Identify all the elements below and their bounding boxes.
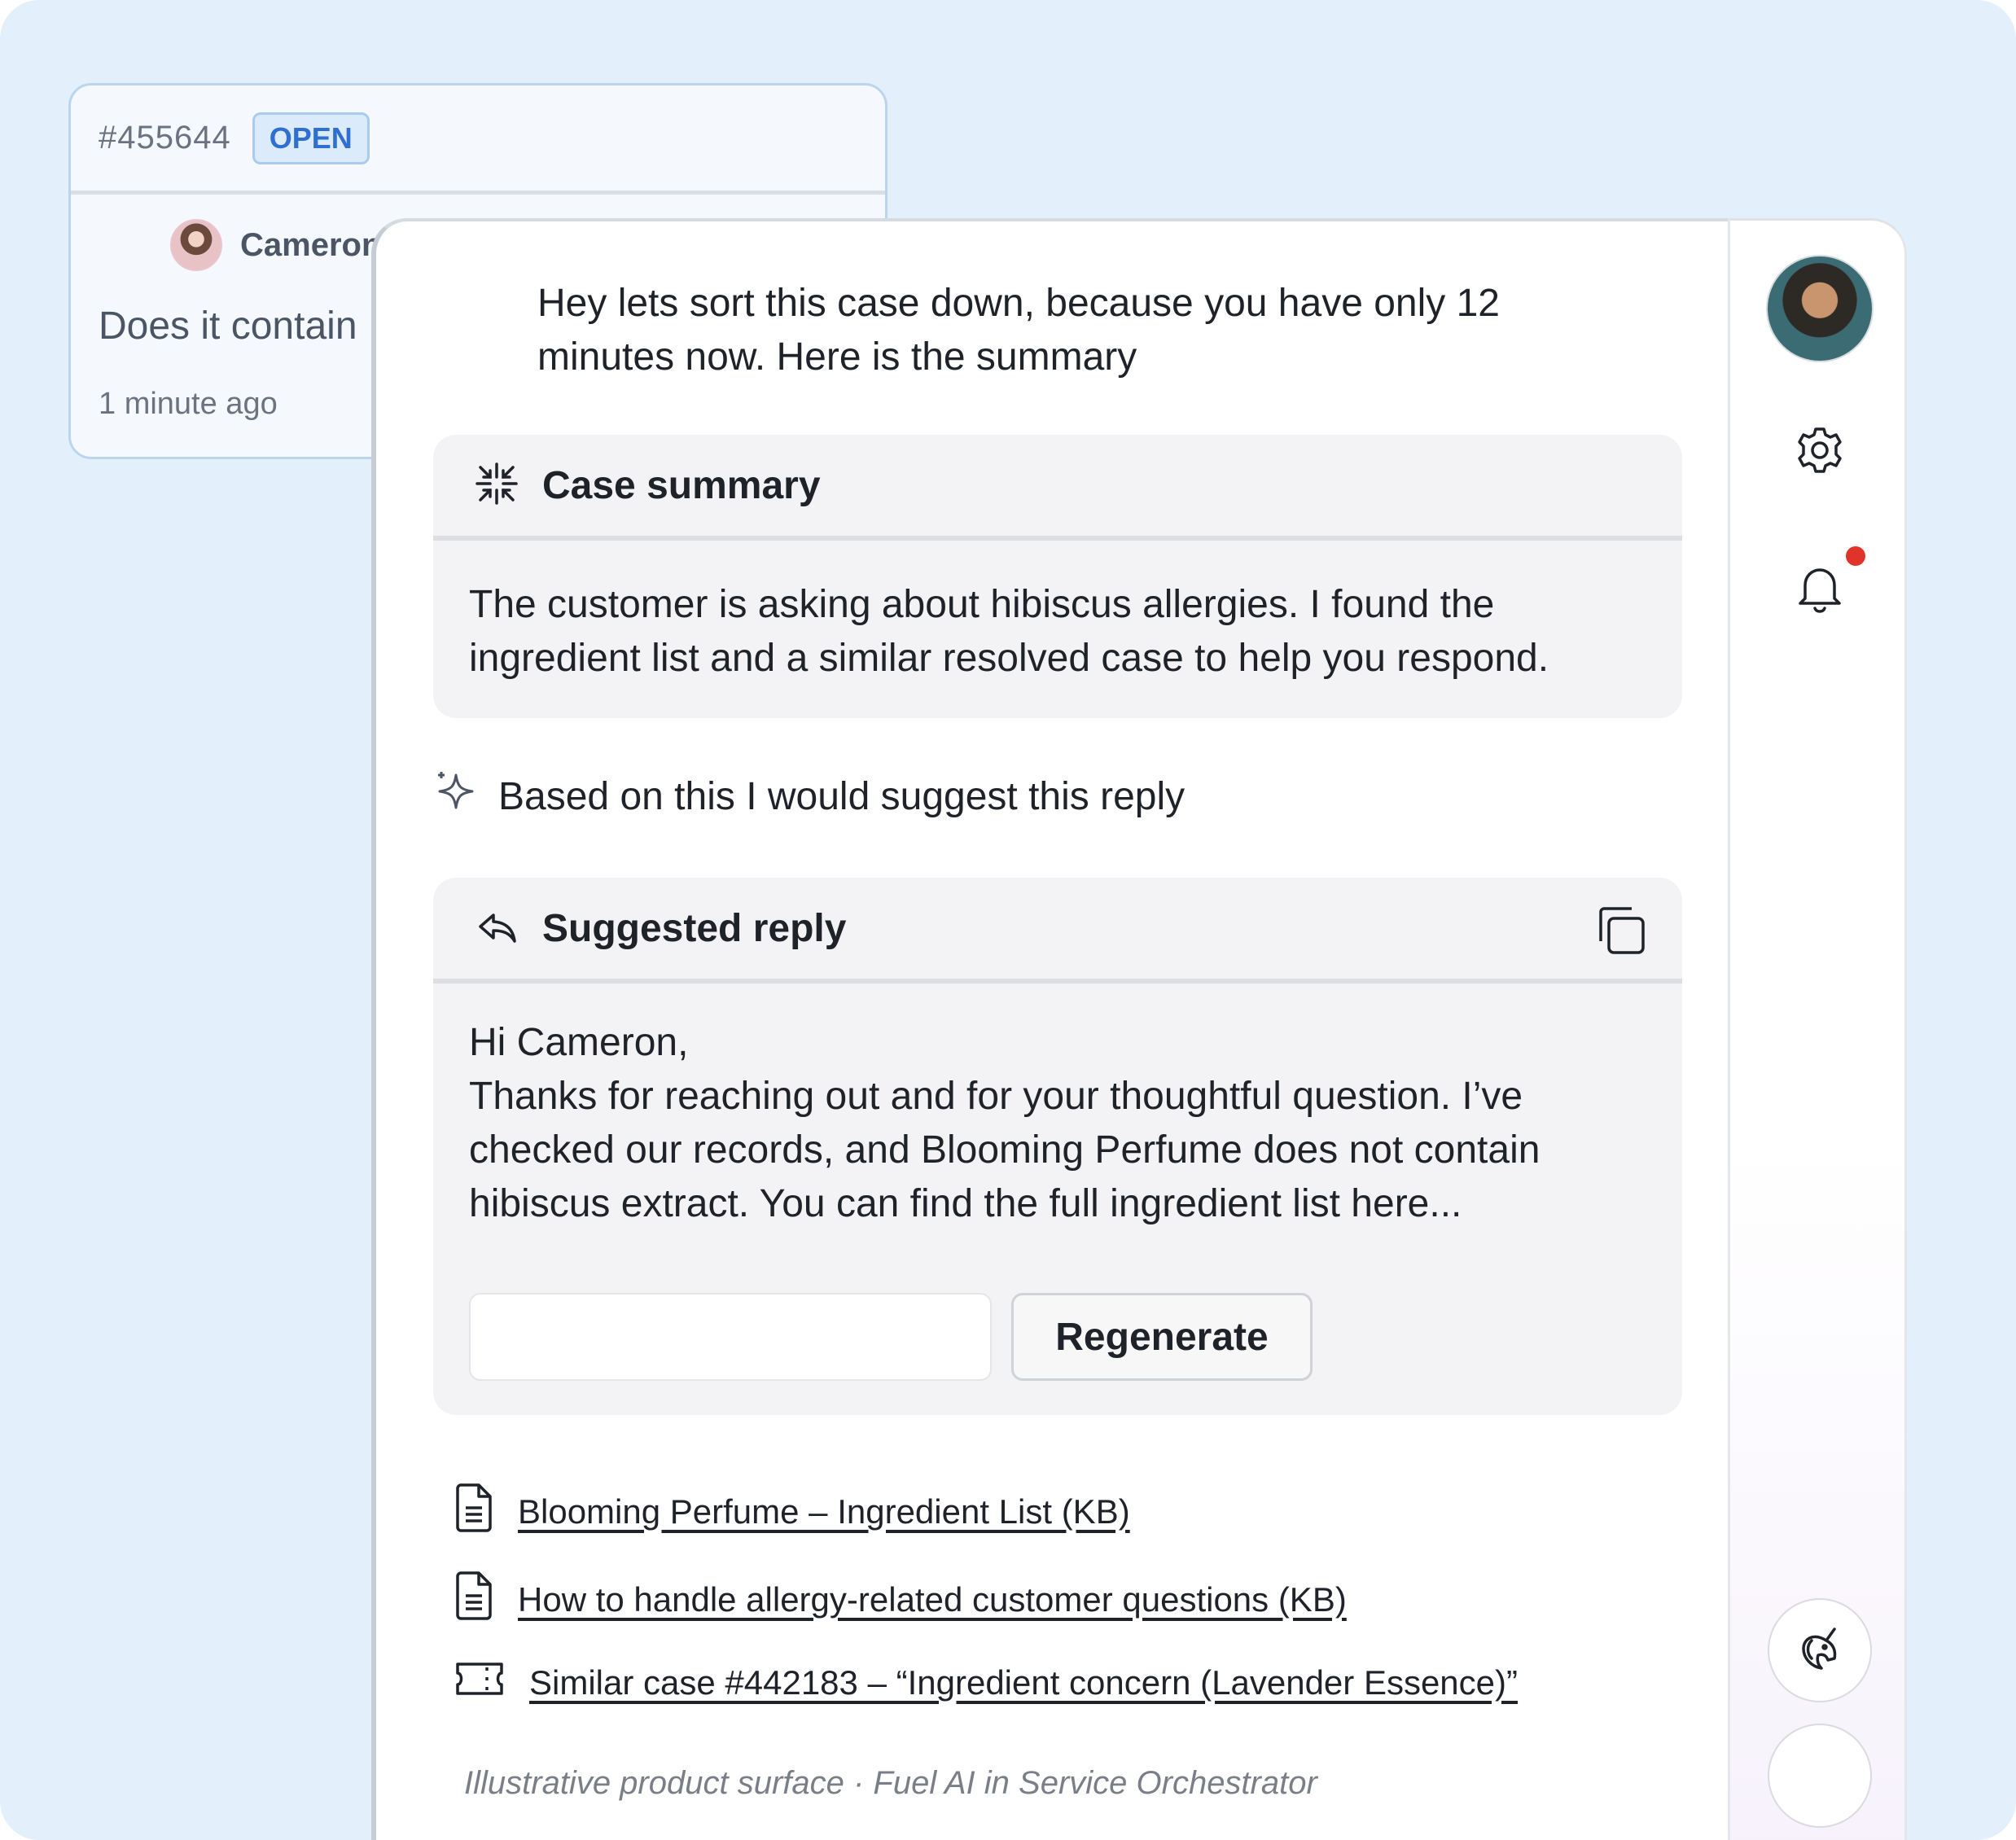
suggest-line: Based on this I would suggest this reply <box>433 769 1185 824</box>
source-item[interactable]: Blooming Perfume – Ingredient List (KB) <box>454 1483 1130 1540</box>
suggested-reply-header: Suggested reply <box>433 878 1682 984</box>
user-avatar[interactable] <box>1766 255 1874 362</box>
author-name: Cameron <box>240 226 382 263</box>
copy-button[interactable] <box>1593 902 1650 959</box>
reply-arrow-icon <box>474 904 519 953</box>
status-badge: OPEN <box>252 112 370 164</box>
case-summary-title: Case summary <box>542 463 821 507</box>
notification-dot <box>1846 546 1865 566</box>
customer-avatar <box>170 219 222 271</box>
unicorn-icon <box>1794 1623 1846 1679</box>
source-link-ingredients[interactable]: Blooming Perfume – Ingredient List (KB) <box>518 1492 1130 1531</box>
regenerate-button[interactable]: Regenerate <box>1011 1293 1313 1381</box>
source-link-allergy[interactable]: How to handle allergy-related customer q… <box>518 1580 1347 1619</box>
document-icon <box>454 1571 493 1628</box>
case-summary-card: Case summary The customer is asking abou… <box>433 435 1682 718</box>
right-rail <box>1728 218 1907 1840</box>
source-link-similar-case[interactable]: Similar case #442183 – “Ingredient conce… <box>529 1663 1518 1702</box>
ticket-author: Cameron <box>170 219 381 271</box>
collapse-arrows-icon <box>474 461 519 510</box>
case-summary-header: Case summary <box>433 435 1682 541</box>
ticket-icon <box>454 1659 505 1706</box>
reply-controls: Regenerate <box>469 1293 1313 1381</box>
document-icon <box>454 1483 493 1540</box>
footer-note: Illustrative product surface · Fuel AI i… <box>464 1765 1317 1801</box>
bell-icon[interactable] <box>1794 563 1846 615</box>
case-summary-body: The customer is asking about hibiscus al… <box>469 583 1549 680</box>
source-item[interactable]: How to handle allergy-related customer q… <box>454 1571 1347 1628</box>
unicorn-button[interactable] <box>1768 1598 1872 1702</box>
suggested-reply-title: Suggested reply <box>542 906 847 950</box>
reply-text: Thanks for reaching out and for your tho… <box>469 1075 1540 1225</box>
suggest-text: Based on this I would suggest this reply <box>498 774 1185 818</box>
ticket-time: 1 minute ago <box>99 387 278 421</box>
assistant-intro: Hey lets sort this case down, because yo… <box>537 282 1500 379</box>
assistant-panel: Hey lets sort this case down, because yo… <box>371 218 1728 1840</box>
source-item[interactable]: Similar case #442183 – “Ingredient conce… <box>454 1659 1518 1706</box>
canvas: #455644 OPEN Cameron Does it contain 1 m… <box>0 0 2016 1840</box>
suggested-reply-body: Hi Cameron, Thanks for reaching out and … <box>433 984 1682 1231</box>
rail-action-button[interactable] <box>1768 1724 1872 1828</box>
ticket-header: #455644 OPEN <box>71 85 885 195</box>
ticket-id: #455644 <box>99 120 231 156</box>
reply-greeting: Hi Cameron, <box>469 1021 689 1064</box>
reply-input[interactable] <box>469 1293 992 1381</box>
ticket-message: Does it contain <box>99 304 357 348</box>
gear-icon[interactable] <box>1794 424 1846 476</box>
sparkle-icon <box>433 769 479 824</box>
suggested-reply-card: Suggested reply Hi Cameron, Thanks for r… <box>433 878 1682 1415</box>
